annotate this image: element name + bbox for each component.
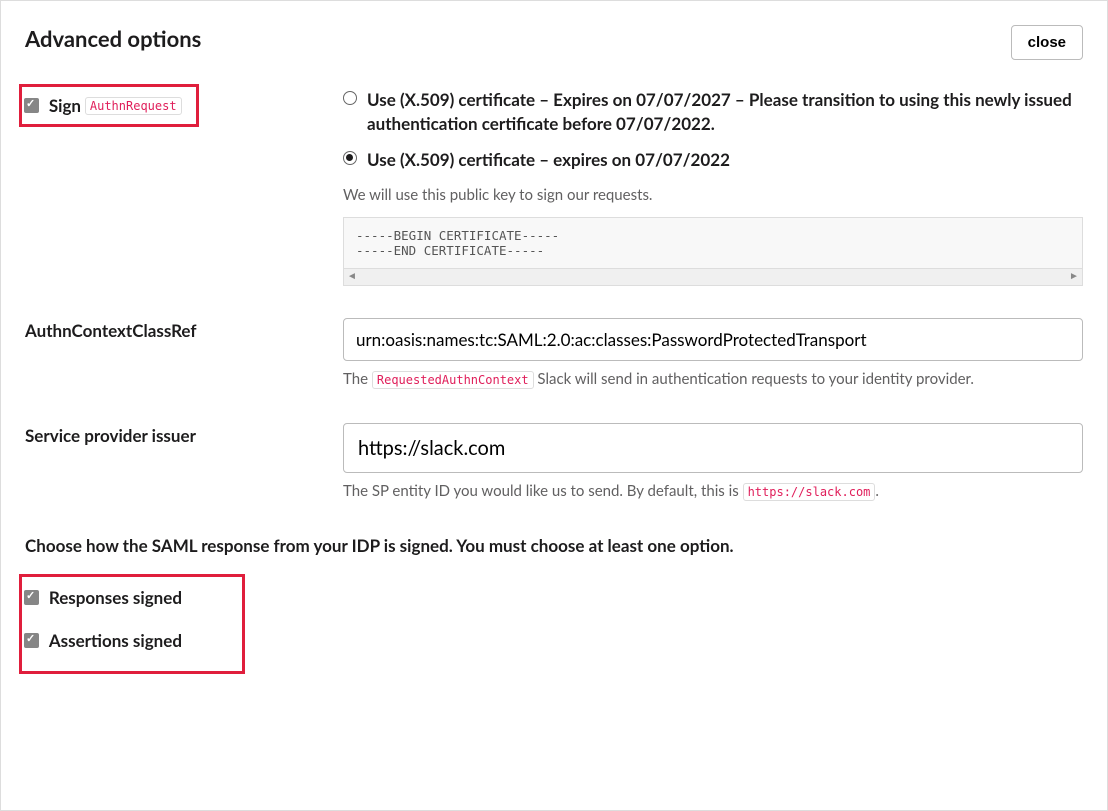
scroll-left-icon[interactable]: ◄ (344, 269, 360, 284)
sign-highlight-box: Sign AuthnRequest (19, 84, 199, 127)
sp-issuer-help-pre: The SP entity ID you would like us to se… (343, 482, 743, 500)
sign-authnrequest-checkbox[interactable] (24, 98, 39, 113)
signing-section-text: Choose how the SAML response from your I… (25, 535, 1083, 556)
sp-issuer-row: Service provider issuer The SP entity ID… (25, 423, 1083, 503)
responses-signed-checkbox[interactable] (24, 590, 39, 605)
sign-content: Use (X.509) certificate – Expires on 07/… (343, 88, 1083, 286)
cert-scrollbar[interactable]: ◄ ► (343, 269, 1083, 286)
cert-radio-0[interactable] (343, 91, 357, 105)
sign-authnrequest-row: Sign AuthnRequest Use (X.509) certificat… (25, 88, 1083, 286)
scroll-right-icon[interactable]: ► (1066, 269, 1082, 284)
sign-label-col: Sign AuthnRequest (25, 88, 343, 127)
panel-title: Advanced options (25, 25, 201, 52)
authncontext-helper: The RequestedAuthnContext Slack will sen… (343, 367, 1083, 391)
authncontext-row: AuthnContextClassRef The RequestedAuthnC… (25, 318, 1083, 391)
responses-signed-row: Responses signed (24, 587, 182, 608)
requestedauthncontext-code: RequestedAuthnContext (372, 371, 534, 389)
advanced-options-panel: Advanced options close Sign AuthnRequest… (0, 0, 1108, 811)
assertions-signed-row: Assertions signed (24, 630, 182, 651)
responses-signed-label: Responses signed (49, 587, 182, 608)
authncontext-label-col: AuthnContextClassRef (25, 318, 343, 341)
authnrequest-code: AuthnRequest (85, 97, 182, 115)
authncontext-label: AuthnContextClassRef (25, 320, 196, 341)
authncontext-input[interactable] (343, 318, 1083, 361)
sp-issuer-input[interactable] (343, 423, 1083, 473)
authncontext-help-pre: The (343, 370, 372, 388)
signing-highlight-box: Responses signed Assertions signed (19, 574, 245, 674)
close-button[interactable]: close (1011, 25, 1083, 60)
cert-radio-1[interactable] (343, 151, 357, 165)
header-row: Advanced options close (25, 25, 1083, 60)
authncontext-content: The RequestedAuthnContext Slack will sen… (343, 318, 1083, 391)
assertions-signed-label: Assertions signed (49, 630, 182, 651)
cert-radio-row-0: Use (X.509) certificate – Expires on 07/… (343, 88, 1083, 136)
sign-label: Sign (49, 95, 81, 116)
sp-issuer-help-post: . (875, 482, 879, 500)
sp-issuer-content: The SP entity ID you would like us to se… (343, 423, 1083, 503)
sp-issuer-label-col: Service provider issuer (25, 423, 343, 446)
sp-issuer-label: Service provider issuer (25, 425, 196, 446)
sp-issuer-helper: The SP entity ID you would like us to se… (343, 479, 1083, 503)
authncontext-help-post: Slack will send in authentication reques… (534, 370, 974, 388)
cert-radio-label-0: Use (X.509) certificate – Expires on 07/… (367, 88, 1083, 136)
sp-issuer-code: https://slack.com (743, 483, 876, 501)
sign-helper: We will use this public key to sign our … (343, 183, 1083, 207)
certificate-textarea[interactable]: -----BEGIN CERTIFICATE----- -----END CER… (343, 217, 1083, 269)
cert-radio-row-1: Use (X.509) certificate – expires on 07/… (343, 148, 1083, 172)
assertions-signed-checkbox[interactable] (24, 633, 39, 648)
cert-radio-label-1: Use (X.509) certificate – expires on 07/… (367, 148, 730, 172)
